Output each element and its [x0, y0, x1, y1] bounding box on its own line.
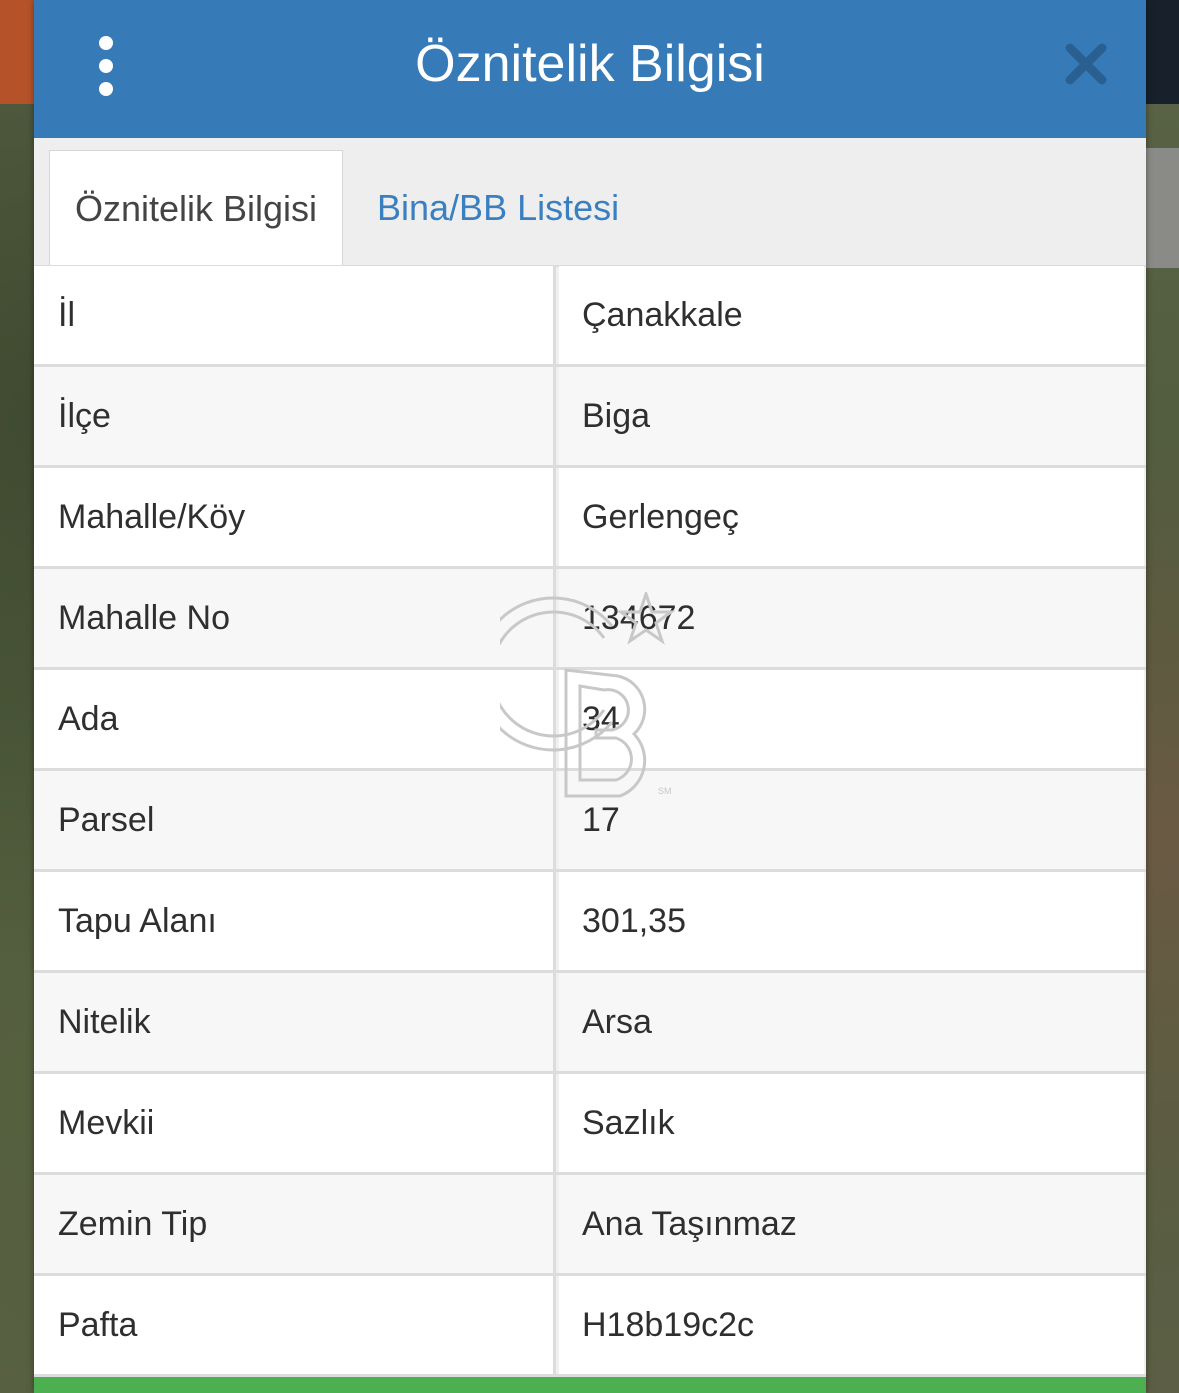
table-row: Mevkii Sazlık: [34, 1074, 1146, 1175]
table-row: Zemin Tip Ana Taşınmaz: [34, 1175, 1146, 1276]
attribute-info-dialog: Öznitelik Bilgisi Öznitelik Bilgisi Bina…: [34, 0, 1146, 1393]
close-icon[interactable]: [1064, 42, 1108, 86]
attribute-value: 301,35: [559, 872, 1144, 970]
table-row: Parsel 17: [34, 771, 1146, 872]
attribute-key: Ada: [34, 670, 556, 768]
attribute-key: Mahalle/Köy: [34, 468, 556, 566]
table-row: Pafta H18b19c2c: [34, 1276, 1146, 1377]
attribute-value: 134672: [559, 569, 1144, 667]
dialog-header: Öznitelik Bilgisi: [34, 0, 1146, 138]
table-row: Nitelik Arsa: [34, 973, 1146, 1074]
tab-building-list[interactable]: Bina/BB Listesi: [377, 150, 619, 265]
attribute-value: 17: [559, 771, 1144, 869]
table-row: İl Çanakkale: [34, 266, 1146, 367]
dialog-title: Öznitelik Bilgisi: [415, 35, 765, 93]
table-row: Ada 34: [34, 670, 1146, 771]
map-scroll-handle[interactable]: [1146, 148, 1179, 268]
attribute-key: Nitelik: [34, 973, 556, 1071]
table-row: Mahalle No 134672: [34, 569, 1146, 670]
attribute-value: Ana Taşınmaz: [559, 1175, 1144, 1273]
map-edge-left: [0, 0, 34, 104]
map-edge-right: [1145, 0, 1179, 104]
tab-bar: Öznitelik Bilgisi Bina/BB Listesi: [34, 138, 1146, 267]
attribute-value: Biga: [559, 367, 1144, 465]
attribute-key: Zemin Tip: [34, 1175, 556, 1273]
attribute-value: 34: [559, 670, 1144, 768]
attribute-value: Çanakkale: [559, 266, 1144, 364]
table-row: Mahalle/Köy Gerlengeç: [34, 468, 1146, 569]
tab-attribute-info[interactable]: Öznitelik Bilgisi: [49, 150, 343, 265]
vertical-ellipsis-icon[interactable]: [90, 36, 122, 96]
attribute-key: Pafta: [34, 1276, 556, 1374]
attribute-key: Tapu Alanı: [34, 872, 556, 970]
attribute-key: İl: [34, 266, 556, 364]
attribute-value: Sazlık: [559, 1074, 1144, 1172]
attribute-value: H18b19c2c: [559, 1276, 1144, 1374]
table-row: Tapu Alanı 301,35: [34, 872, 1146, 973]
table-row: İlçe Biga: [34, 367, 1146, 468]
footer-bar: [34, 1377, 1146, 1393]
attribute-key: Mahalle No: [34, 569, 556, 667]
attribute-key: İlçe: [34, 367, 556, 465]
attribute-key: Mevkii: [34, 1074, 556, 1172]
attribute-table: İl Çanakkale İlçe Biga Mahalle/Köy Gerle…: [34, 266, 1146, 1377]
attribute-value: Arsa: [559, 973, 1144, 1071]
attribute-value: Gerlengeç: [559, 468, 1144, 566]
attribute-key: Parsel: [34, 771, 556, 869]
